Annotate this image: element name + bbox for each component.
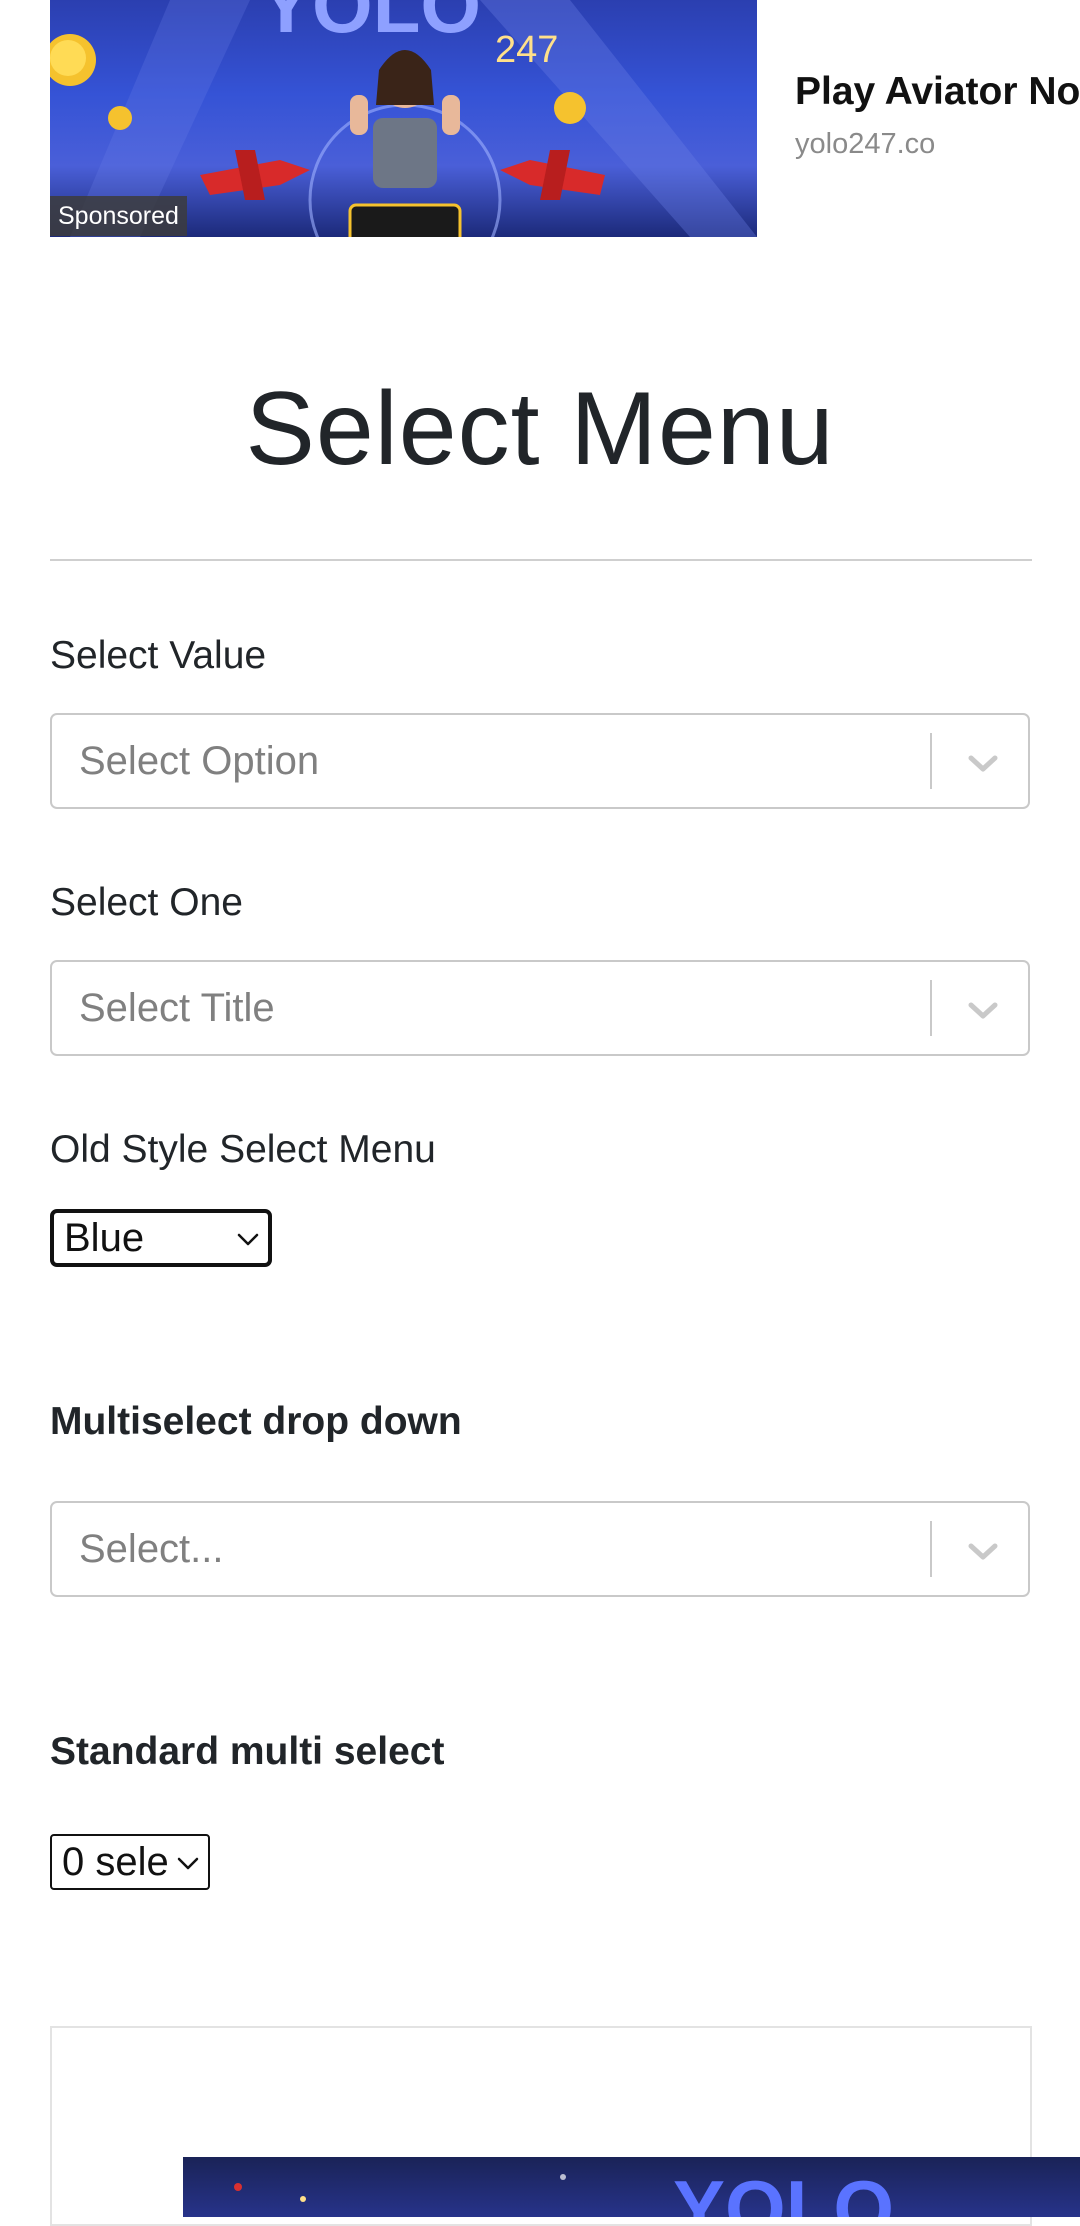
svg-text:247: 247 — [495, 29, 558, 71]
multiselect-dropdown[interactable]: Select... — [50, 1501, 1030, 1597]
top-ad-banner[interactable]: YOLO 247 Sponsored Play Aviator Now yolo — [0, 0, 1080, 237]
standard-multi-select-label: Standard multi select — [50, 1730, 445, 1773]
multiselect-label: Multiselect drop down — [50, 1400, 462, 1443]
chevron-down-icon — [176, 1851, 200, 1875]
dropdown-separator — [930, 980, 932, 1036]
dropdown-separator — [930, 1521, 932, 1577]
select-value-label: Select Value — [50, 634, 267, 677]
old-style-select[interactable]: Blue — [50, 1209, 272, 1267]
chevron-down-icon[interactable] — [963, 743, 1003, 783]
standard-multi-select-value: 0 selected — [62, 1840, 168, 1884]
standard-multi-select[interactable]: 0 selected — [50, 1834, 210, 1890]
dropdown-separator — [930, 733, 932, 789]
bottom-ad-image[interactable]: YOLO — [183, 2157, 1080, 2217]
chevron-down-icon[interactable] — [963, 990, 1003, 1030]
multiselect-placeholder: Select... — [79, 1527, 224, 1571]
select-value-placeholder: Select Option — [79, 739, 320, 783]
chevron-down-icon — [236, 1227, 260, 1251]
select-one-placeholder: Select Title — [79, 986, 275, 1030]
chevron-down-icon[interactable] — [963, 1531, 1003, 1571]
old-style-select-label: Old Style Select Menu — [50, 1128, 436, 1171]
page-title: Select Menu — [245, 371, 835, 487]
divider — [50, 559, 1032, 561]
old-style-select-value: Blue — [64, 1216, 145, 1260]
select-value-dropdown[interactable]: Select Option — [50, 713, 1030, 809]
svg-text:YOLO: YOLO — [673, 2164, 894, 2217]
ad-title[interactable]: Play Aviator Now — [795, 70, 1080, 114]
ad-domain[interactable]: yolo247.co — [795, 128, 935, 161]
select-one-label: Select One — [50, 881, 243, 924]
svg-text:YOLO: YOLO — [260, 0, 481, 49]
sponsored-label: Sponsored — [50, 196, 187, 236]
select-one-dropdown[interactable]: Select Title — [50, 960, 1030, 1056]
